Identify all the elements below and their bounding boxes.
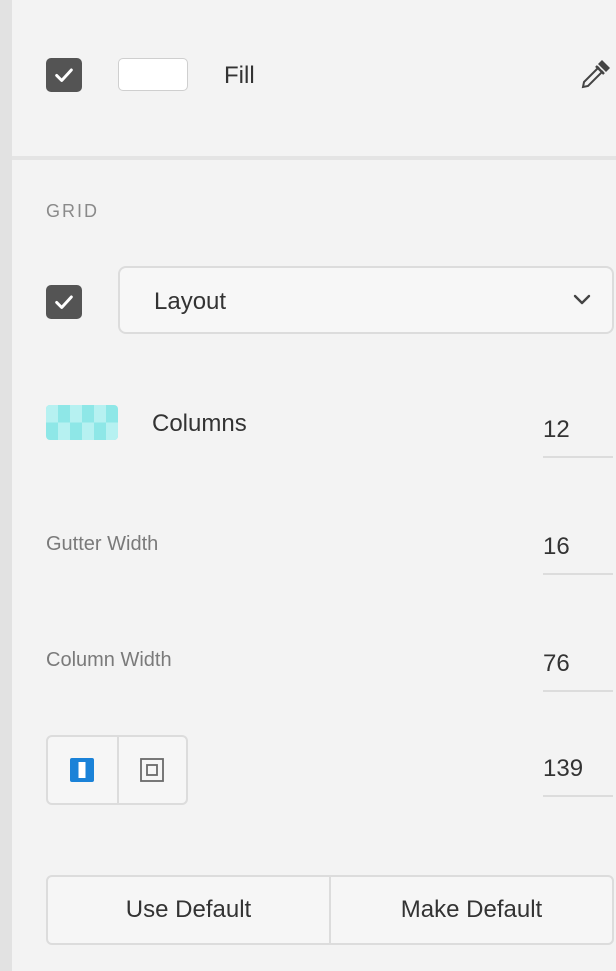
- columns-label: Columns: [152, 410, 247, 437]
- margin-value: 139: [543, 755, 584, 782]
- fill-checkbox[interactable]: [46, 58, 82, 92]
- chevron-down-icon: [573, 294, 591, 305]
- column-width-value: 76: [543, 650, 570, 677]
- section-divider: [12, 156, 616, 160]
- gutter-width-label: Gutter Width: [46, 533, 159, 555]
- columns-color-swatch[interactable]: [46, 405, 118, 440]
- grid-type-value: Layout: [154, 288, 227, 315]
- different-margins-icon: [140, 758, 165, 782]
- left-rail: [0, 0, 12, 971]
- columns-value: 12: [543, 416, 570, 443]
- different-margins-button[interactable]: [116, 737, 186, 803]
- gutter-width-value: 16: [543, 533, 570, 560]
- default-buttons: Use Default Make Default: [46, 875, 614, 945]
- grid-type-dropdown[interactable]: Layout: [118, 266, 614, 334]
- make-default-button[interactable]: Make Default: [329, 877, 612, 943]
- check-icon: [55, 295, 73, 309]
- linked-margins-icon: [70, 758, 95, 782]
- margin-mode-toggle: [46, 735, 188, 805]
- column-width-label: Column Width: [46, 649, 172, 671]
- check-icon: [55, 68, 73, 82]
- grid-section-title: GRID: [46, 201, 99, 221]
- margin-input[interactable]: 139: [543, 745, 613, 797]
- fill-color-swatch[interactable]: [118, 58, 188, 91]
- gutter-width-input[interactable]: 16: [543, 523, 613, 575]
- grid-enabled-checkbox[interactable]: [46, 285, 82, 319]
- fill-label: Fill: [224, 62, 255, 89]
- column-width-input[interactable]: 76: [543, 640, 613, 692]
- eyedropper-icon[interactable]: [578, 56, 614, 92]
- columns-input[interactable]: 12: [543, 406, 613, 458]
- properties-panel: Fill GRID Layout Columns 12 Gutter Width…: [12, 0, 616, 971]
- use-default-button[interactable]: Use Default: [48, 877, 329, 943]
- linked-margins-button[interactable]: [48, 737, 117, 803]
